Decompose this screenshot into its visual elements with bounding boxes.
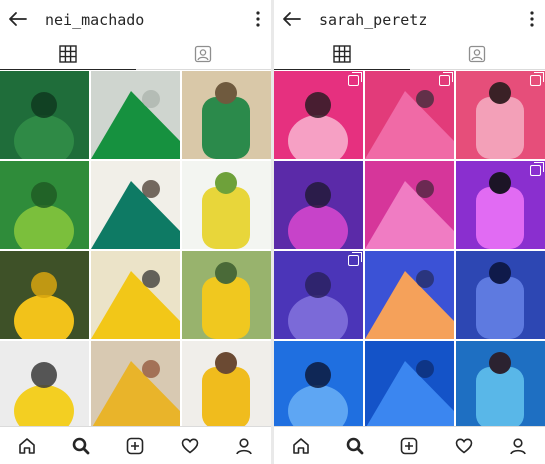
add-post-icon xyxy=(401,437,418,454)
search-icon xyxy=(346,437,364,454)
search-tab[interactable] xyxy=(340,431,370,461)
post-thumbnail[interactable] xyxy=(365,251,454,339)
carousel-icon xyxy=(348,72,362,86)
back-arrow-icon[interactable] xyxy=(8,9,28,29)
carousel-icon xyxy=(439,72,453,86)
post-thumbnail[interactable] xyxy=(182,251,271,339)
activity-heart-tab[interactable] xyxy=(175,431,205,461)
profile-screen-left: nei_machado xyxy=(0,0,271,464)
activity-heart-tab[interactable] xyxy=(449,431,479,461)
search-icon xyxy=(72,437,90,454)
add-post-tab[interactable] xyxy=(120,431,150,461)
back-arrow-icon[interactable] xyxy=(282,9,302,29)
post-thumbnail[interactable] xyxy=(365,341,454,429)
grid-icon xyxy=(333,44,351,63)
bottom-nav xyxy=(0,426,271,464)
bottom-nav xyxy=(274,426,545,464)
add-post-icon xyxy=(127,437,144,454)
post-thumbnail[interactable] xyxy=(274,161,363,249)
profile-tabs xyxy=(0,38,271,70)
post-thumbnail[interactable] xyxy=(365,71,454,159)
carousel-icon xyxy=(348,252,362,266)
tab-tagged[interactable] xyxy=(135,38,271,70)
carousel-icon xyxy=(530,72,544,86)
posts-grid xyxy=(274,71,545,429)
home-icon xyxy=(19,437,35,454)
post-thumbnail[interactable] xyxy=(274,341,363,429)
post-thumbnail[interactable] xyxy=(182,341,271,429)
grid-icon xyxy=(59,44,77,63)
profile-username: nei_machado xyxy=(45,11,145,29)
comparison-stage: nei_machado sarah_peretz xyxy=(0,0,545,464)
post-thumbnail[interactable] xyxy=(456,71,545,159)
post-thumbnail[interactable] xyxy=(91,71,180,159)
post-thumbnail[interactable] xyxy=(182,71,271,159)
top-bar: sarah_peretz xyxy=(274,0,545,38)
add-post-tab[interactable] xyxy=(394,431,424,461)
tab-grid[interactable] xyxy=(274,38,410,70)
post-thumbnail[interactable] xyxy=(456,251,545,339)
tab-grid[interactable] xyxy=(0,38,136,70)
home-icon xyxy=(293,437,309,454)
activity-heart-icon xyxy=(181,437,198,454)
post-thumbnail[interactable] xyxy=(274,251,363,339)
post-thumbnail[interactable] xyxy=(0,251,89,339)
carousel-icon xyxy=(530,162,544,176)
tagged-icon xyxy=(469,45,486,62)
profile-tab[interactable] xyxy=(503,431,533,461)
profile-tabs xyxy=(274,38,545,70)
post-thumbnail[interactable] xyxy=(91,251,180,339)
tagged-icon xyxy=(195,45,212,62)
profile-screen-right: sarah_peretz xyxy=(274,0,545,464)
post-thumbnail[interactable] xyxy=(274,71,363,159)
top-bar: nei_machado xyxy=(0,0,271,38)
post-thumbnail[interactable] xyxy=(456,341,545,429)
post-thumbnail[interactable] xyxy=(456,161,545,249)
more-options-icon[interactable] xyxy=(255,10,261,28)
post-thumbnail[interactable] xyxy=(0,341,89,429)
post-thumbnail[interactable] xyxy=(91,341,180,429)
post-thumbnail[interactable] xyxy=(182,161,271,249)
profile-icon xyxy=(510,437,526,454)
profile-icon xyxy=(236,437,252,454)
posts-grid xyxy=(0,71,271,429)
post-thumbnail[interactable] xyxy=(91,161,180,249)
post-thumbnail[interactable] xyxy=(0,71,89,159)
more-options-icon[interactable] xyxy=(529,10,535,28)
search-tab[interactable] xyxy=(66,431,96,461)
post-thumbnail[interactable] xyxy=(0,161,89,249)
home-tab[interactable] xyxy=(286,431,316,461)
profile-username: sarah_peretz xyxy=(319,11,428,29)
post-thumbnail[interactable] xyxy=(365,161,454,249)
home-tab[interactable] xyxy=(12,431,42,461)
activity-heart-icon xyxy=(455,437,472,454)
tab-tagged[interactable] xyxy=(409,38,545,70)
profile-tab[interactable] xyxy=(229,431,259,461)
